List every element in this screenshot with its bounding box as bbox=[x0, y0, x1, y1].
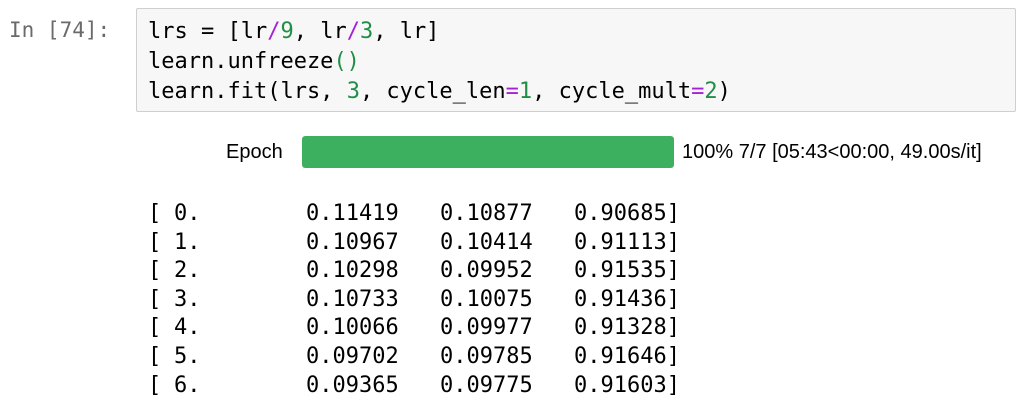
code-token: 3 bbox=[346, 79, 360, 104]
output-value: 2. bbox=[174, 258, 201, 284]
output-value: 0.10414 bbox=[440, 229, 533, 255]
output-value: [ bbox=[148, 258, 162, 284]
output-row: [4. 0.10066 0.09977 0.91328] bbox=[148, 314, 680, 343]
cell-output: [0. 0.11419 0.10877 0.90685] [1. 0.10967 0.104… bbox=[148, 200, 680, 400]
code-cell-editor[interactable]: lrs = [lr/9, lr/3, lr] learn.unfreeze() le… bbox=[136, 8, 1016, 112]
code-token: lrs = [lr bbox=[148, 19, 268, 44]
code-line: learn.unfreeze() bbox=[148, 47, 1015, 77]
output-value: 0.09785 bbox=[440, 343, 533, 369]
output-value: [ bbox=[148, 229, 162, 255]
output-value: 6. bbox=[174, 372, 201, 398]
code-token: () bbox=[333, 49, 360, 74]
output-row: [0. 0.11419 0.10877 0.90685] bbox=[148, 200, 680, 229]
output-value: 0.90685] bbox=[574, 201, 680, 226]
progress-status-text: 100% 7/7 [05:43<00:00, 49.00s/it] bbox=[682, 141, 982, 163]
code-token: 1 bbox=[518, 79, 533, 104]
output-value: 0.91113] bbox=[574, 229, 680, 255]
output-row: [5. 0.09702 0.09785 0.91646] bbox=[148, 343, 680, 372]
code-line: learn.fit(lrs, 3, cycle_len=1, cycle_mul… bbox=[148, 77, 1015, 107]
output-value: 0.09775 bbox=[440, 372, 533, 398]
progress-bar-fill bbox=[302, 136, 674, 168]
output-value: 0.09365 bbox=[306, 372, 399, 398]
output-value: 0.91646] bbox=[574, 343, 680, 369]
output-value: 0.10298 bbox=[306, 258, 399, 284]
output-value: 0.91535] bbox=[574, 258, 680, 284]
output-value: 0.10877 bbox=[440, 201, 533, 226]
code-token: , lr bbox=[293, 19, 347, 44]
output-value: 0.10066 bbox=[306, 315, 399, 341]
output-value: 0.09702 bbox=[306, 343, 399, 369]
progress-label: Epoch bbox=[226, 141, 283, 163]
code-token: , lr] bbox=[373, 19, 440, 44]
output-value: 0.09977 bbox=[440, 315, 533, 341]
cell-prompt: In [74]: bbox=[9, 18, 111, 42]
code-token: learn.unfreeze bbox=[148, 49, 334, 74]
output-value: [ bbox=[148, 201, 162, 226]
output-value: [ bbox=[148, 343, 162, 369]
output-value: 4. bbox=[174, 315, 201, 341]
output-value: 1. bbox=[174, 229, 201, 255]
code-token: = bbox=[691, 79, 705, 104]
code-token: / bbox=[267, 19, 281, 44]
output-row: [2. 0.10298 0.09952 0.91535] bbox=[148, 257, 680, 286]
output-value: 3. bbox=[174, 286, 201, 312]
progress-row: Epoch 100% 7/7 [05:43<00:00, 49.00s/it] bbox=[0, 134, 1024, 172]
output-value: [ bbox=[148, 286, 162, 312]
output-row: [3. 0.10733 0.10075 0.91436] bbox=[148, 286, 680, 315]
code-token: , cycle_mult bbox=[532, 79, 692, 104]
code-token: , cycle_len bbox=[359, 79, 506, 104]
output-value: 0.91328] bbox=[574, 315, 680, 341]
output-value: 0.91603] bbox=[574, 372, 680, 398]
code-token: ) bbox=[717, 79, 731, 104]
output-value: 0.10733 bbox=[306, 286, 399, 312]
output-value: 0.10967 bbox=[306, 229, 399, 255]
output-value: 0.10075 bbox=[440, 286, 533, 312]
output-value: 0.11419 bbox=[306, 201, 399, 226]
code-token: 3 bbox=[359, 19, 374, 44]
output-value: 0. bbox=[174, 201, 201, 226]
output-row: [6. 0.09365 0.09775 0.91603] bbox=[148, 372, 680, 401]
output-value: 0.91436] bbox=[574, 286, 680, 312]
output-value: [ bbox=[148, 315, 162, 341]
code-token: / bbox=[346, 19, 360, 44]
output-value: 5. bbox=[174, 343, 201, 369]
code-token: 2 bbox=[704, 79, 718, 104]
output-row: [1. 0.10967 0.10414 0.91113] bbox=[148, 229, 680, 258]
code-line: lrs = [lr/9, lr/3, lr] bbox=[148, 17, 1015, 47]
output-value: [ bbox=[148, 372, 162, 398]
progress-bar bbox=[302, 136, 674, 168]
code-token: 9 bbox=[280, 19, 294, 44]
code-token: = bbox=[505, 79, 519, 104]
code-token: learn.fit(lrs, bbox=[148, 79, 347, 104]
output-value: 0.09952 bbox=[440, 258, 533, 284]
